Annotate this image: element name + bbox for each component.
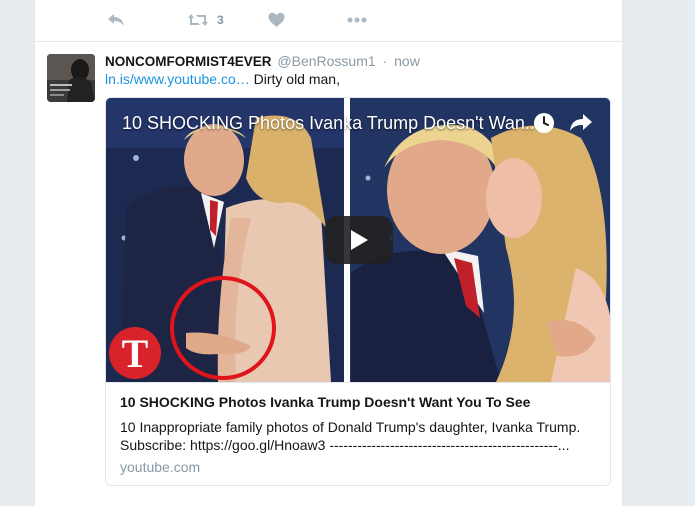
like-button[interactable] — [268, 12, 285, 28]
tweet-link[interactable]: ln.is/www.youtube.co… — [105, 71, 250, 87]
play-button[interactable] — [325, 216, 393, 264]
tweet-header: NONCOMFORMIST4EVER @BenRossum1 · now — [105, 53, 420, 69]
card-description-line: 10 Inappropriate family photos of Donald… — [120, 419, 581, 435]
play-icon — [351, 230, 368, 250]
card-domain: youtube.com — [120, 459, 201, 475]
tweet-timestamp[interactable]: now — [394, 53, 420, 69]
video-title[interactable]: 10 SHOCKING Photos Ivanka Trump Doesn't … — [122, 113, 540, 134]
reply-button[interactable] — [107, 12, 125, 28]
card-body[interactable]: 10 SHOCKING Photos Ivanka Trump Doesn't … — [106, 382, 610, 485]
reply-icon — [108, 14, 124, 26]
previous-tweet-actions: 3 — [35, 0, 622, 42]
card-title[interactable]: 10 SHOCKING Photos Ivanka Trump Doesn't … — [120, 394, 530, 410]
timeline-stream: 3 NONCOMFORMIST4EVER @BenRossum1 · now l… — [34, 0, 623, 506]
tweet-text: ln.is/www.youtube.co… Dirty old man, — [105, 71, 340, 87]
header-separator: · — [382, 53, 388, 69]
watch-later-icon[interactable] — [533, 112, 555, 139]
retweet-icon — [188, 14, 208, 26]
card-description: 10 Inappropriate family photos of Donald… — [120, 418, 596, 454]
heart-icon — [268, 12, 285, 27]
channel-logo: T — [109, 327, 161, 379]
avatar[interactable] — [47, 54, 95, 102]
link-card[interactable]: 10 SHOCKING Photos Ivanka Trump Doesn't … — [105, 97, 611, 486]
retweet-count: 3 — [217, 13, 224, 27]
more-button[interactable] — [347, 17, 367, 23]
card-description-line: Subscribe: https://goo.gl/Hnoaw3 -------… — [120, 437, 570, 453]
retweet-button[interactable]: 3 — [187, 12, 224, 28]
tweet-author-handle[interactable]: @BenRossum1 — [277, 53, 375, 69]
tweet-body-text: Dirty old man, — [249, 71, 340, 87]
more-icon — [347, 17, 367, 23]
tweet-author-name[interactable]: NONCOMFORMIST4EVER — [105, 54, 272, 69]
share-icon[interactable] — [569, 112, 593, 137]
video-player[interactable]: 10 SHOCKING Photos Ivanka Trump Doesn't … — [106, 98, 610, 382]
tweet[interactable]: NONCOMFORMIST4EVER @BenRossum1 · now ln.… — [35, 42, 622, 506]
